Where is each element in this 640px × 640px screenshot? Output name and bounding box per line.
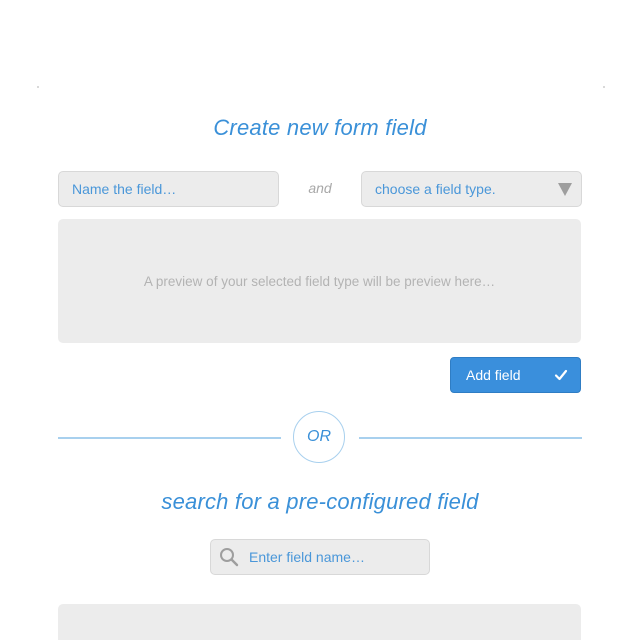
divider-line-left <box>58 437 281 439</box>
search-field-wrapper[interactable] <box>210 539 430 575</box>
field-preview-area: A preview of your selected field type wi… <box>58 219 581 343</box>
create-field-title: Create new form field <box>213 115 427 140</box>
field-type-select[interactable]: choose a field type. <box>361 171 582 207</box>
search-field-title: search for a pre-configured field <box>161 489 479 514</box>
corner-mark-left <box>37 86 39 88</box>
divider-line-right <box>359 437 582 439</box>
create-field-panel: Create new form field and choose a field… <box>0 0 640 640</box>
triangle-down-icon <box>558 183 572 196</box>
search-field-input[interactable] <box>249 549 419 565</box>
corner-mark-right <box>603 86 605 88</box>
check-icon <box>554 368 568 385</box>
search-results-area <box>58 604 581 640</box>
field-name-input[interactable] <box>72 181 262 197</box>
field-preview-text: A preview of your selected field type wi… <box>143 273 496 289</box>
search-icon <box>219 547 239 567</box>
and-connector: and <box>308 180 332 196</box>
field-type-select-value: choose a field type. <box>375 181 496 197</box>
or-label: OR <box>307 428 331 445</box>
add-field-button-label: Add field <box>466 367 521 383</box>
or-divider-badge: OR <box>293 411 345 463</box>
add-field-button[interactable]: Add field <box>450 357 581 393</box>
field-name-input-wrapper[interactable] <box>58 171 279 207</box>
